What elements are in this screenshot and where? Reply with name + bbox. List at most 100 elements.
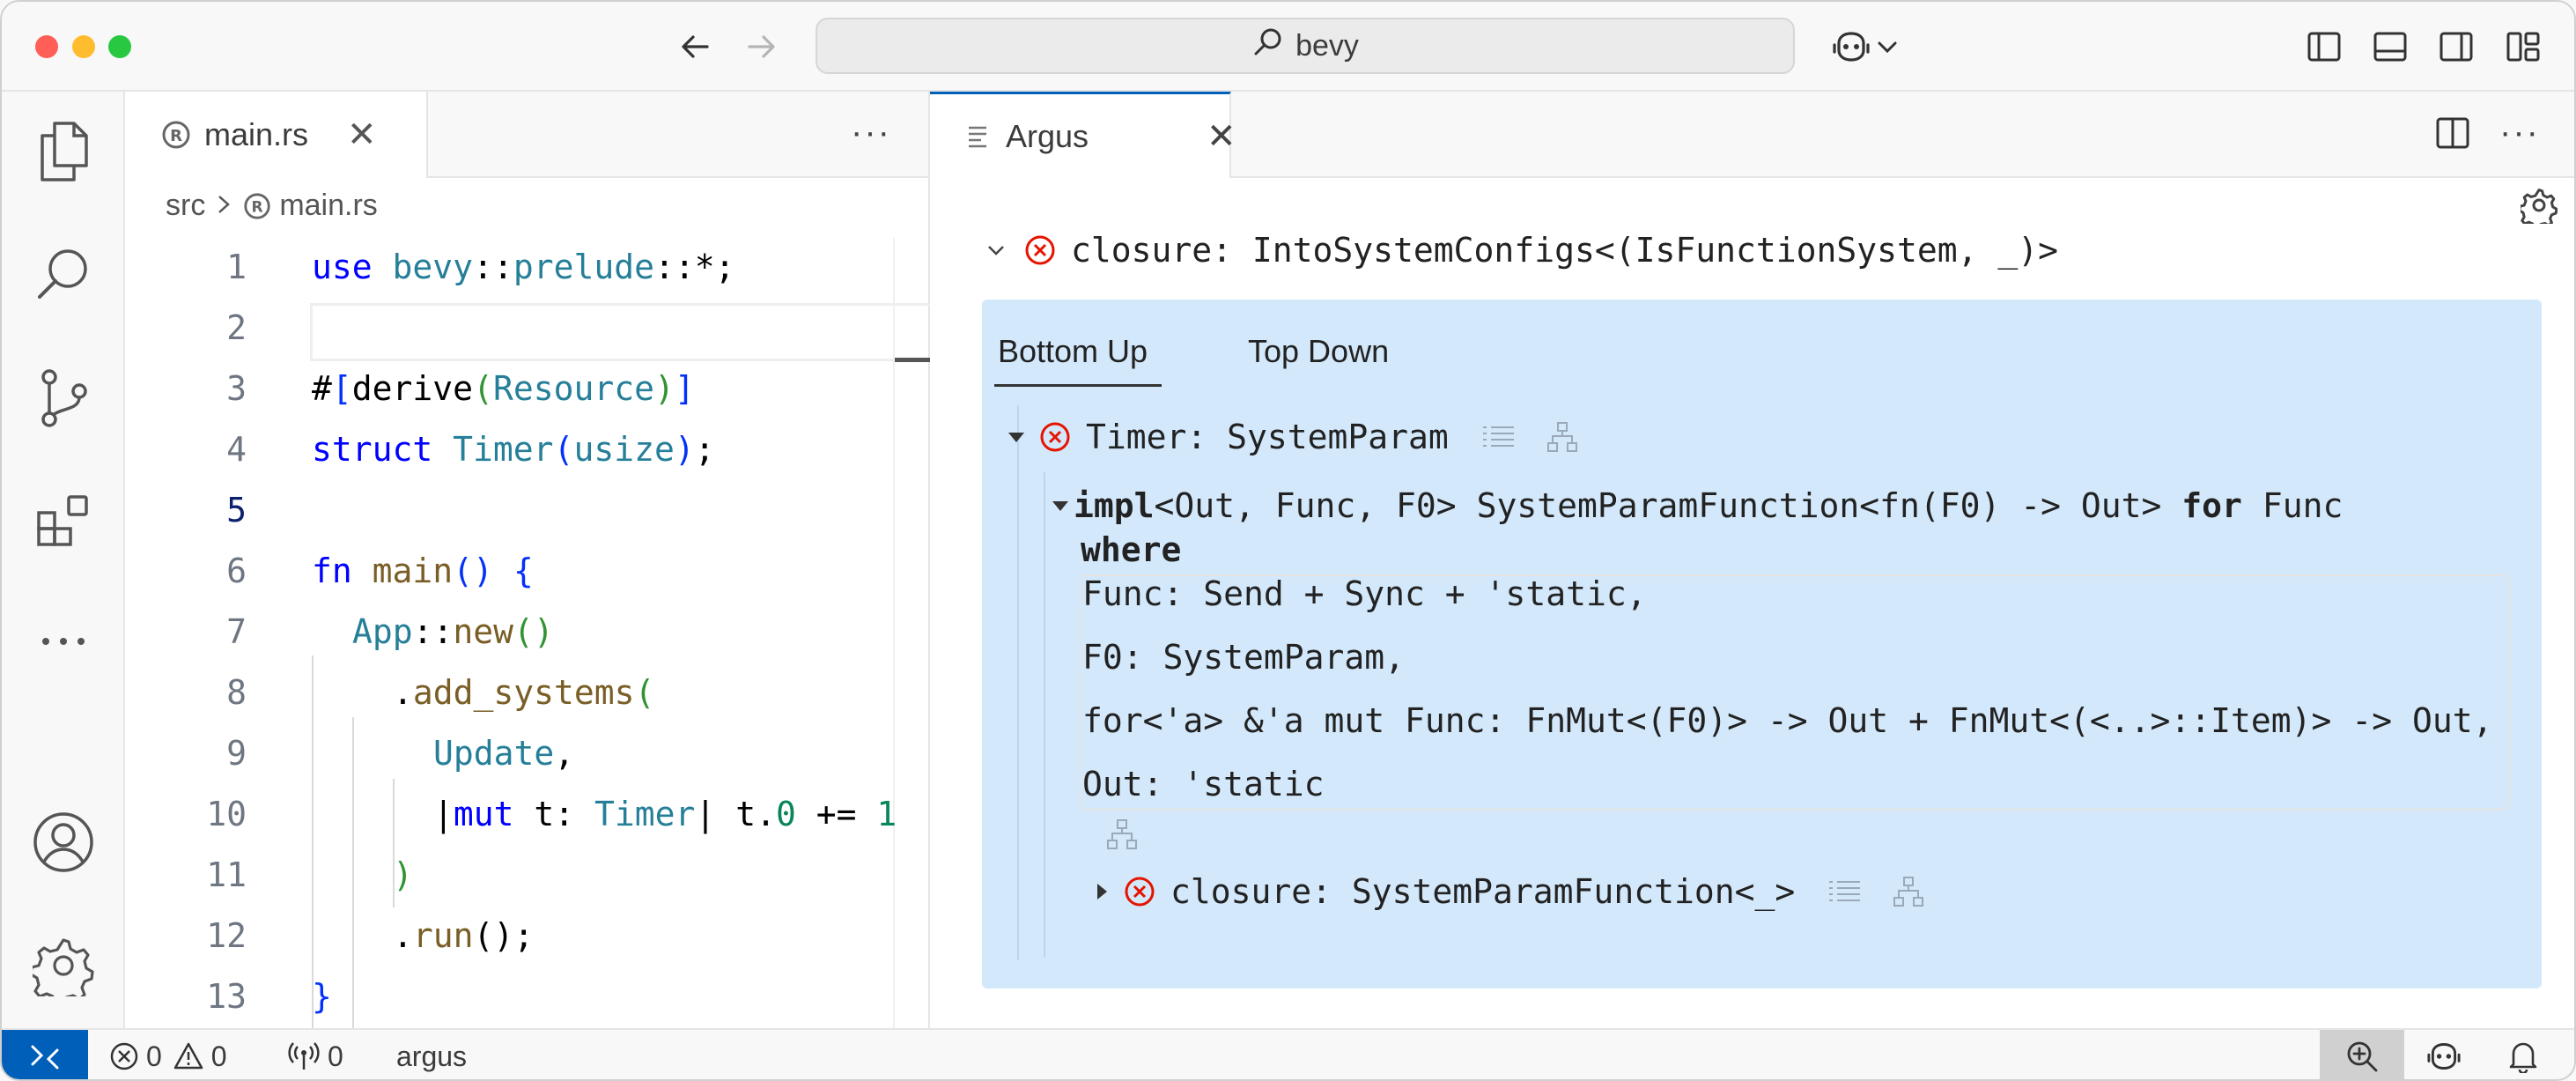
notifications-bell-icon[interactable]: [2501, 1030, 2545, 1079]
command-center-search[interactable]: bevy: [816, 18, 1795, 74]
code-line: 2: [125, 297, 928, 358]
line-number: 5: [226, 490, 247, 529]
obligation-text: closure: IntoSystemConfigs<(IsFunctionSy…: [1071, 231, 2059, 270]
preview-lines-icon: [967, 123, 988, 150]
editor-more-actions-icon[interactable]: ···: [851, 113, 891, 152]
argus-pane: Argus ✕ ··· closure: IntoSystemConfigs<(…: [930, 92, 2574, 1028]
vscode-window: bevy R main.rs ✕ ··· src R main.rs 1 use…: [0, 0, 2576, 1081]
chevron-down-icon[interactable]: [986, 243, 1016, 257]
close-icon[interactable]: ✕: [1207, 116, 1236, 157]
line-number: 8: [226, 672, 247, 712]
for-keyword: for: [2181, 486, 2242, 525]
error-circle-icon: [1038, 420, 1072, 454]
impl-node[interactable]: impl <Out, Func, F0> SystemParamFunction<…: [1051, 486, 2343, 525]
code-line: 7 App::new(): [125, 601, 928, 662]
account-icon[interactable]: [26, 805, 100, 879]
search-icon: [1251, 26, 1285, 67]
remote-indicator-icon[interactable]: [2, 1030, 88, 1079]
breadcrumb-folder[interactable]: src: [166, 189, 205, 223]
zoom-in-icon[interactable]: [2320, 1030, 2404, 1079]
impl-self-type: Func: [2241, 486, 2343, 525]
active-tab-indicator: [994, 384, 1162, 387]
tree-view-icon[interactable]: [1546, 420, 1579, 454]
list-view-icon[interactable]: [1827, 877, 1862, 906]
caret-right-icon[interactable]: [1095, 882, 1118, 901]
title-bar: bevy: [2, 2, 2574, 92]
code-line: 1 use bevy::prelude::*;: [125, 236, 928, 297]
where-clause: F0: SystemParam,: [1082, 638, 1406, 677]
code-line: 12 .run();: [125, 905, 928, 966]
tree-view-icon[interactable]: [1892, 875, 1925, 908]
proof-tree-panel: Bottom Up Top Down Timer: SystemParam im…: [982, 300, 2542, 988]
code-line: 4 struct Timer(usize);: [125, 418, 928, 479]
list-view-icon[interactable]: [1480, 423, 1516, 451]
svg-text:R: R: [170, 127, 182, 145]
where-clause: for<'a> &'a mut Func: FnMut<(F0)> -> Out…: [1082, 701, 2493, 740]
tab-bottom-up[interactable]: Bottom Up: [998, 333, 1148, 370]
tab-top-down[interactable]: Top Down: [1248, 333, 1389, 370]
extensions-icon[interactable]: [26, 483, 100, 557]
search-label: bevy: [1295, 28, 1359, 63]
code-line: 10 |mut t: Timer| t.0 += 1: [125, 783, 928, 844]
search-icon[interactable]: [26, 238, 100, 312]
copilot-icon[interactable]: [1827, 26, 1876, 67]
tree-guide: [1044, 472, 1045, 957]
toggle-panel-icon[interactable]: [2370, 26, 2410, 67]
line-number: 2: [226, 307, 247, 347]
line-number: 7: [226, 611, 247, 651]
project-name[interactable]: argus: [396, 1030, 467, 1079]
minimize-window-button[interactable]: [72, 35, 95, 58]
editor-tab-bar: R main.rs ✕ ···: [125, 92, 928, 178]
breadcrumb: src R main.rs: [166, 189, 378, 223]
line-number: 13: [206, 976, 247, 1016]
close-icon[interactable]: ✕: [347, 115, 377, 155]
back-arrow-icon[interactable]: [675, 26, 715, 67]
line-number: 1: [226, 247, 247, 286]
where-clause: Func: Send + Sync + 'static,: [1082, 574, 1647, 613]
settings-gear-icon[interactable]: [26, 929, 100, 1003]
toggle-secondary-sidebar-icon[interactable]: [2436, 26, 2476, 67]
source-control-icon[interactable]: [26, 361, 100, 435]
tree-view-icon[interactable]: [1105, 818, 1139, 851]
tree-node-closure[interactable]: closure: SystemParamFunction<_>: [1095, 872, 1925, 911]
customize-layout-icon[interactable]: [2503, 26, 2543, 67]
tab-label: Argus: [1006, 117, 1089, 154]
code-line: 13 }: [125, 966, 928, 1026]
code-line: 11 ): [125, 844, 928, 905]
error-count: 0: [146, 1040, 162, 1072]
warning-icon: [173, 1041, 204, 1071]
argus-settings-gear-icon[interactable]: [2519, 185, 2559, 226]
problems-indicator[interactable]: 0 0: [109, 1030, 227, 1079]
line-number: 3: [226, 368, 247, 408]
close-window-button[interactable]: [35, 35, 58, 58]
chevron-down-icon[interactable]: [1871, 26, 1904, 67]
zoom-window-button[interactable]: [108, 35, 131, 58]
tab-label: main.rs: [204, 116, 309, 152]
forward-arrow-icon[interactable]: [742, 26, 782, 67]
impl-signature: <Out, Func, F0> SystemParamFunction<fn(F…: [1154, 486, 2182, 525]
tab-main-rs[interactable]: R main.rs ✕: [125, 92, 428, 178]
line-number: 11: [206, 855, 247, 894]
copilot-status-icon[interactable]: [2422, 1030, 2466, 1079]
obligation-header[interactable]: closure: IntoSystemConfigs<(IsFunctionSy…: [986, 231, 2058, 270]
where-keyword: where: [1081, 530, 1182, 569]
argus-more-actions-icon[interactable]: ···: [2499, 113, 2540, 152]
code-line: 3 #[derive(Resource)]: [125, 358, 928, 418]
more-views-icon[interactable]: [26, 604, 100, 678]
line-number: 10: [206, 794, 247, 833]
ports-indicator[interactable]: 0: [287, 1030, 343, 1079]
split-editor-icon[interactable]: [2432, 113, 2473, 153]
caret-down-icon[interactable]: [1051, 499, 1074, 513]
breadcrumb-file[interactable]: main.rs: [279, 189, 377, 223]
impl-keyword: impl: [1074, 486, 1155, 525]
tree-node-timer[interactable]: Timer: SystemParam: [1007, 418, 1579, 456]
where-clause: Out: 'static: [1082, 765, 1325, 803]
tree-node-label: Timer: SystemParam: [1086, 418, 1449, 456]
toggle-primary-sidebar-icon[interactable]: [2304, 26, 2344, 67]
code-line: 6 fn main() {: [125, 540, 928, 601]
tab-argus[interactable]: Argus ✕: [930, 92, 1236, 178]
code-line-current: 5: [125, 479, 928, 540]
explorer-files-icon[interactable]: [26, 115, 100, 189]
caret-down-icon[interactable]: [1007, 430, 1033, 444]
tree-guide: [1017, 405, 1019, 960]
